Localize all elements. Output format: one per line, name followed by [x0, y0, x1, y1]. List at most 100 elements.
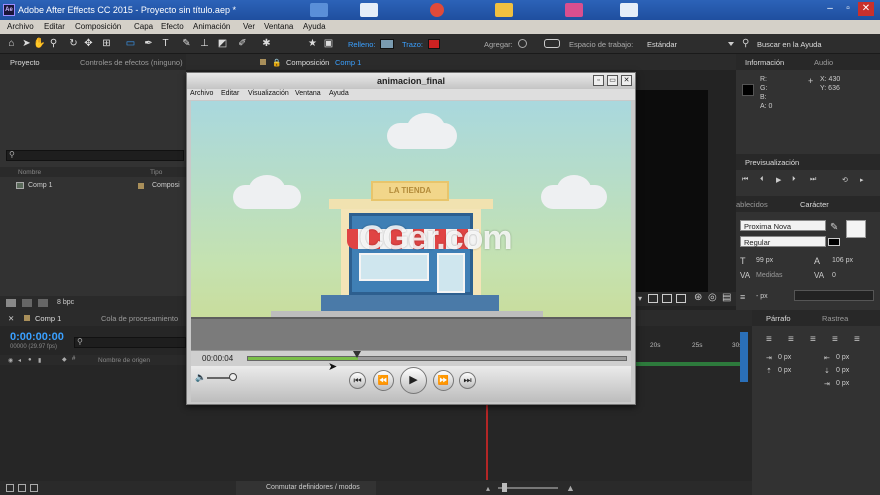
- toggle-modes-icon[interactable]: [18, 484, 26, 492]
- zoom-slider-thumb[interactable]: [502, 483, 507, 492]
- align-left-icon[interactable]: ≡: [766, 334, 772, 345]
- tab-render-queue[interactable]: Cola de procesamiento: [101, 314, 178, 323]
- camera-icon[interactable]: ◎: [708, 292, 717, 303]
- rectangle-tool-icon[interactable]: ▭: [124, 37, 137, 50]
- zoom-out-icon[interactable]: ▴: [486, 484, 490, 493]
- indent-right-value[interactable]: 0 px: [836, 354, 849, 361]
- col-type[interactable]: Tipo: [150, 169, 162, 176]
- leading-value[interactable]: 106 px: [832, 257, 853, 264]
- tab-comp-1[interactable]: Comp 1: [35, 314, 61, 323]
- player-menu-visualizacion[interactable]: Visualización: [248, 90, 289, 97]
- minimize-button[interactable]: –: [822, 2, 838, 16]
- loop-icon[interactable]: ⟲: [842, 176, 848, 184]
- timeline-scrollbar[interactable]: [740, 332, 748, 382]
- tab-caracter[interactable]: Carácter: [800, 200, 829, 209]
- close-button[interactable]: ✕: [858, 2, 874, 16]
- help-search-input[interactable]: Buscar en la Ayuda: [757, 40, 822, 49]
- kerning-select[interactable]: Medidas: [756, 272, 782, 279]
- player-close-button[interactable]: ✕: [621, 75, 632, 86]
- close-icon[interactable]: ✕: [8, 314, 14, 323]
- font-family-select[interactable]: Proxima Nova: [740, 220, 826, 231]
- eyedropper-icon[interactable]: ✎: [830, 222, 838, 233]
- brush-tool-icon[interactable]: ✎: [180, 37, 193, 50]
- zoom-tool-icon[interactable]: ⚲: [47, 37, 60, 50]
- add-icon[interactable]: [518, 39, 527, 48]
- tracking-value[interactable]: 0: [832, 272, 836, 279]
- tab-audio[interactable]: Audio: [814, 58, 833, 67]
- col-source-name[interactable]: Nombre de origen: [98, 357, 150, 364]
- new-comp-icon[interactable]: [38, 299, 48, 307]
- composition-viewer[interactable]: [636, 90, 708, 296]
- taskbar-icon[interactable]: [565, 3, 583, 17]
- lock-icon[interactable]: ▮: [38, 357, 41, 364]
- first-frame-icon[interactable]: ⏮: [742, 176, 748, 184]
- indent-left-value[interactable]: 0 px: [778, 354, 791, 361]
- toggle-switches-modes[interactable]: Conmutar definidores / modos: [266, 484, 360, 491]
- chrome-icon[interactable]: [430, 3, 444, 17]
- next-button[interactable]: ⏭: [459, 372, 476, 389]
- rewind-button[interactable]: ⏪: [373, 370, 394, 391]
- menu-archivo[interactable]: Archivo: [7, 22, 34, 31]
- solo-icon[interactable]: ●: [28, 357, 32, 363]
- new-folder-icon[interactable]: [22, 299, 32, 307]
- work-area-bar[interactable]: [636, 362, 742, 366]
- anchor-tool-icon[interactable]: ⊞: [100, 37, 113, 50]
- player-minimize-button[interactable]: ▫: [593, 75, 604, 86]
- align-right-icon[interactable]: ≡: [810, 334, 816, 345]
- project-item-row[interactable]: Comp 1 Composi: [0, 180, 186, 191]
- text-tool-icon[interactable]: T: [159, 37, 172, 50]
- tab-establecidos[interactable]: ablecidos: [736, 200, 768, 209]
- taskbar-icon[interactable]: [360, 3, 378, 17]
- stroke-swatch[interactable]: [428, 39, 440, 49]
- menu-efecto[interactable]: Efecto: [161, 22, 184, 31]
- fast-forward-button[interactable]: ⏩: [433, 370, 454, 391]
- safe-zone-icon[interactable]: [676, 294, 686, 303]
- stroke-style-select[interactable]: [794, 290, 874, 301]
- zoom-slider[interactable]: [498, 487, 558, 489]
- current-timecode[interactable]: 0:00:00:00: [10, 331, 64, 343]
- stroke-width-value[interactable]: - px: [756, 293, 768, 300]
- space-after-value[interactable]: 0 px: [836, 367, 849, 374]
- toggle-inout-icon[interactable]: [30, 484, 38, 492]
- chevron-down-icon[interactable]: [728, 42, 734, 46]
- mask-toggle-icon[interactable]: [544, 39, 560, 48]
- first-line-value[interactable]: 0 px: [836, 380, 849, 387]
- roto-tool-icon[interactable]: ✐: [236, 37, 249, 50]
- bit-depth[interactable]: 8 bpc: [57, 299, 74, 306]
- player-menu-ventana[interactable]: Ventana: [295, 90, 321, 97]
- maximize-button[interactable]: ▫: [840, 2, 856, 16]
- project-search-input[interactable]: ⚲: [6, 150, 184, 161]
- tab-informacion[interactable]: Información: [745, 58, 784, 67]
- timeline-search-input[interactable]: ⚲: [74, 337, 186, 348]
- last-frame-icon[interactable]: ⏭: [810, 176, 816, 184]
- comp-name[interactable]: Comp 1: [335, 58, 361, 67]
- font-style-select[interactable]: Regular: [740, 236, 826, 247]
- audio-icon[interactable]: ◂: [18, 357, 21, 364]
- next-frame-icon[interactable]: ⏵: [792, 176, 796, 184]
- menu-composicion[interactable]: Composición: [75, 22, 121, 31]
- current-time-indicator[interactable]: [486, 400, 488, 480]
- workspace-select[interactable]: Estándar: [647, 40, 677, 49]
- fill-color-swatch[interactable]: [846, 220, 866, 238]
- play-icon[interactable]: ▶: [776, 176, 781, 184]
- tab-parrafo[interactable]: Párrafo: [766, 314, 791, 323]
- tab-proyecto[interactable]: Proyecto: [10, 58, 40, 67]
- menu-ventana[interactable]: Ventana: [264, 22, 293, 31]
- menu-ayuda[interactable]: Ayuda: [303, 22, 326, 31]
- snap-icon[interactable]: ▣: [322, 37, 335, 50]
- previous-button[interactable]: ⏮: [349, 372, 366, 389]
- star-icon[interactable]: ★: [306, 37, 319, 50]
- menu-ver[interactable]: Ver: [243, 22, 255, 31]
- home-icon[interactable]: ⌂: [5, 37, 18, 50]
- eye-icon[interactable]: ◉: [8, 357, 13, 364]
- pen-tool-icon[interactable]: ✒: [142, 37, 155, 50]
- justify-left-icon[interactable]: ≡: [832, 334, 838, 345]
- seek-thumb[interactable]: [352, 351, 361, 358]
- player-menu-ayuda[interactable]: Ayuda: [329, 90, 349, 97]
- eraser-tool-icon[interactable]: ◩: [216, 37, 229, 50]
- tab-composicion[interactable]: Composición: [286, 58, 329, 67]
- channel-icon[interactable]: ▤: [722, 292, 731, 303]
- ram-preview-icon[interactable]: ▸: [860, 176, 864, 184]
- seek-track[interactable]: [247, 356, 627, 361]
- taskbar-icon[interactable]: [620, 3, 638, 17]
